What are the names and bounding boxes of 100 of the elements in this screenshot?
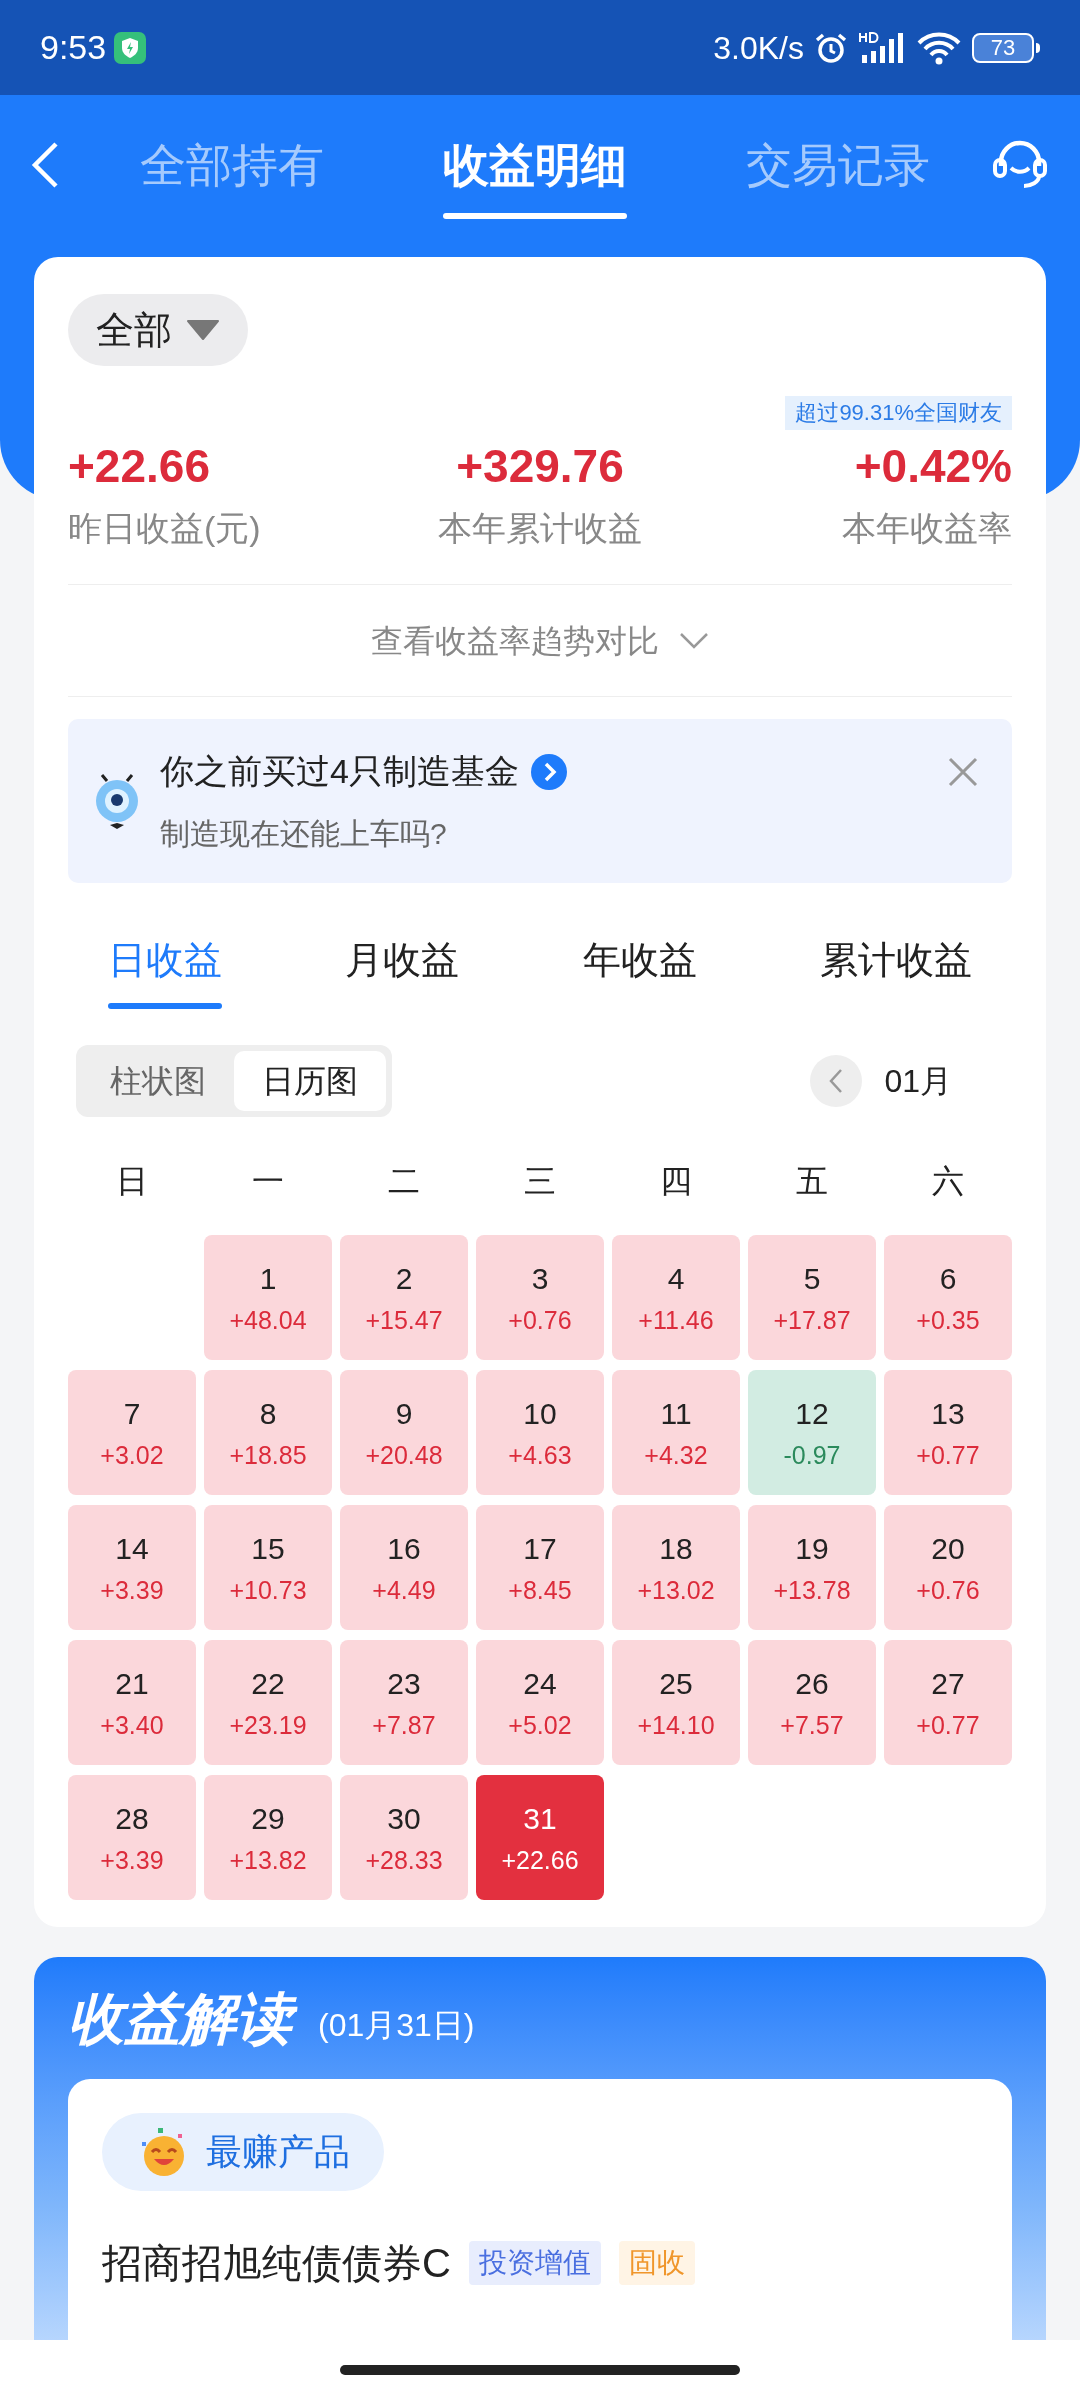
- day-amount: +3.02: [100, 1439, 164, 1471]
- calendar-day[interactable]: 14 +3.39: [68, 1505, 196, 1630]
- product-tag: 投资增值: [468, 2241, 601, 2285]
- calendar-day[interactable]: 27 +0.77: [884, 1640, 1012, 1765]
- calendar-day[interactable]: 24 +5.02: [476, 1640, 604, 1765]
- close-button[interactable]: [946, 755, 980, 789]
- calendar-day[interactable]: 26 +7.57: [748, 1640, 876, 1765]
- view-toggle-option[interactable]: 日历图: [234, 1051, 386, 1111]
- calendar-day[interactable]: 22 +23.19: [204, 1640, 332, 1765]
- day-amount: +13.82: [229, 1844, 307, 1876]
- day-amount: +5.02: [508, 1709, 572, 1741]
- day-amount: +10.73: [229, 1574, 307, 1606]
- period-tab[interactable]: 年收益: [582, 925, 697, 1009]
- period-tab[interactable]: 日收益: [108, 925, 222, 1009]
- summary-value: +22.66: [68, 439, 210, 494]
- day-number: 16: [387, 1530, 421, 1567]
- weekday-label: 五: [796, 1162, 828, 1201]
- network-speed: 3.0K/s: [713, 28, 804, 68]
- day-amount: +0.76: [916, 1574, 980, 1606]
- day-number: 31: [523, 1800, 557, 1837]
- calendar-day[interactable]: 6 +0.35: [884, 1235, 1012, 1360]
- calendar-day[interactable]: 12 -0.97: [748, 1370, 876, 1495]
- period-tab[interactable]: 月收益: [345, 925, 460, 1009]
- wifi-icon: [916, 30, 962, 65]
- day-amount: +4.49: [372, 1574, 436, 1606]
- day-number: 10: [523, 1395, 557, 1432]
- weekday-label: 六: [932, 1162, 964, 1201]
- period-tab[interactable]: 累计收益: [820, 925, 972, 1009]
- filter-dropdown[interactable]: 全部: [68, 294, 248, 366]
- day-amount: +15.47: [365, 1304, 443, 1336]
- calendar-day[interactable]: 29 +13.82: [204, 1775, 332, 1900]
- day-number: 17: [523, 1530, 557, 1567]
- view-toggle-option[interactable]: 柱状图: [82, 1051, 234, 1111]
- weekday-label: 一: [252, 1162, 284, 1201]
- insight-date: (01月31日): [318, 2006, 475, 2045]
- banner-subtitle: 制造现在还能上车吗?: [160, 816, 448, 852]
- day-number: 15: [251, 1530, 285, 1567]
- calendar-day[interactable]: 2 +15.47: [340, 1235, 468, 1360]
- calendar-day[interactable]: 8 +18.85: [204, 1370, 332, 1495]
- calendar-day[interactable]: 28 +3.39: [68, 1775, 196, 1900]
- day-amount: +8.45: [508, 1574, 572, 1606]
- day-amount: +7.57: [780, 1709, 844, 1741]
- day-amount: +7.87: [372, 1709, 436, 1741]
- weekday-label: 三: [524, 1162, 556, 1201]
- calendar-day[interactable]: 19 +13.78: [748, 1505, 876, 1630]
- calendar-day[interactable]: 10 +4.63: [476, 1370, 604, 1495]
- day-number: 2: [395, 1260, 413, 1297]
- day-number: 1: [259, 1260, 277, 1297]
- day-amount: +17.87: [773, 1304, 851, 1336]
- calendar-day[interactable]: 5 +17.87: [748, 1235, 876, 1360]
- calendar-day[interactable]: 25 +14.10: [612, 1640, 740, 1765]
- calendar-day[interactable]: 17 +8.45: [476, 1505, 604, 1630]
- battery-icon: 73: [972, 32, 1034, 63]
- calendar-day[interactable]: 16 +4.49: [340, 1505, 468, 1630]
- chevron-down-icon: [679, 631, 709, 650]
- day-amount: +22.66: [501, 1844, 579, 1876]
- day-amount: +14.10: [637, 1709, 715, 1741]
- product-tag: 固收: [618, 2241, 695, 2285]
- day-number: 6: [939, 1260, 957, 1297]
- caret-icon: [186, 319, 220, 341]
- calendar-day[interactable]: 9 +20.48: [340, 1370, 468, 1495]
- day-number: 9: [395, 1395, 413, 1432]
- calendar-day[interactable]: 18 +13.02: [612, 1505, 740, 1630]
- day-number: 27: [931, 1665, 965, 1702]
- calendar-day[interactable]: 13 +0.77: [884, 1370, 1012, 1495]
- day-amount: +11.46: [638, 1304, 714, 1336]
- calendar-day[interactable]: 31 +22.66: [476, 1775, 604, 1900]
- calendar-day[interactable]: 7 +3.02: [68, 1370, 196, 1495]
- day-amount: +4.63: [508, 1439, 572, 1471]
- shield-icon: [114, 31, 147, 64]
- calendar-day[interactable]: 21 +3.40: [68, 1640, 196, 1765]
- day-amount: +18.85: [229, 1439, 307, 1471]
- summary-label: 本年收益率: [842, 508, 1012, 549]
- weekday-label: 四: [660, 1162, 692, 1201]
- summary-value: +0.42%: [854, 439, 1012, 494]
- day-number: 21: [115, 1665, 149, 1702]
- day-amount: +3.40: [100, 1709, 164, 1741]
- calendar-day[interactable]: 30 +28.33: [340, 1775, 468, 1900]
- day-number: 12: [795, 1395, 829, 1432]
- day-number: 11: [660, 1395, 692, 1432]
- rank-badge: 超过99.31%全国财友: [785, 396, 1012, 430]
- calendar-day[interactable]: 3 +0.76: [476, 1235, 604, 1360]
- month-label: 01月: [884, 1062, 952, 1101]
- calendar-day[interactable]: 15 +10.73: [204, 1505, 332, 1630]
- trend-link[interactable]: 查看收益率趋势对比: [371, 616, 709, 665]
- summary-label: 昨日收益(元): [68, 508, 261, 549]
- day-number: 19: [795, 1530, 829, 1567]
- day-number: 5: [803, 1260, 821, 1297]
- calendar-day[interactable]: 11 +4.32: [612, 1370, 740, 1495]
- day-amount: +13.02: [637, 1574, 715, 1606]
- day-number: 3: [531, 1260, 549, 1297]
- calendar-day[interactable]: 4 +11.46: [612, 1235, 740, 1360]
- promo-banner[interactable]: 你之前买过4只制造基金 制造现在还能上车吗?: [68, 719, 1012, 883]
- weekday-label: 日: [116, 1162, 148, 1201]
- day-number: 7: [123, 1395, 141, 1432]
- calendar-day[interactable]: 20 +0.76: [884, 1505, 1012, 1630]
- calendar-day[interactable]: 1 +48.04: [204, 1235, 332, 1360]
- day-number: 8: [259, 1395, 277, 1432]
- calendar-day[interactable]: 23 +7.87: [340, 1640, 468, 1765]
- summary-label: 本年累计收益: [438, 508, 642, 549]
